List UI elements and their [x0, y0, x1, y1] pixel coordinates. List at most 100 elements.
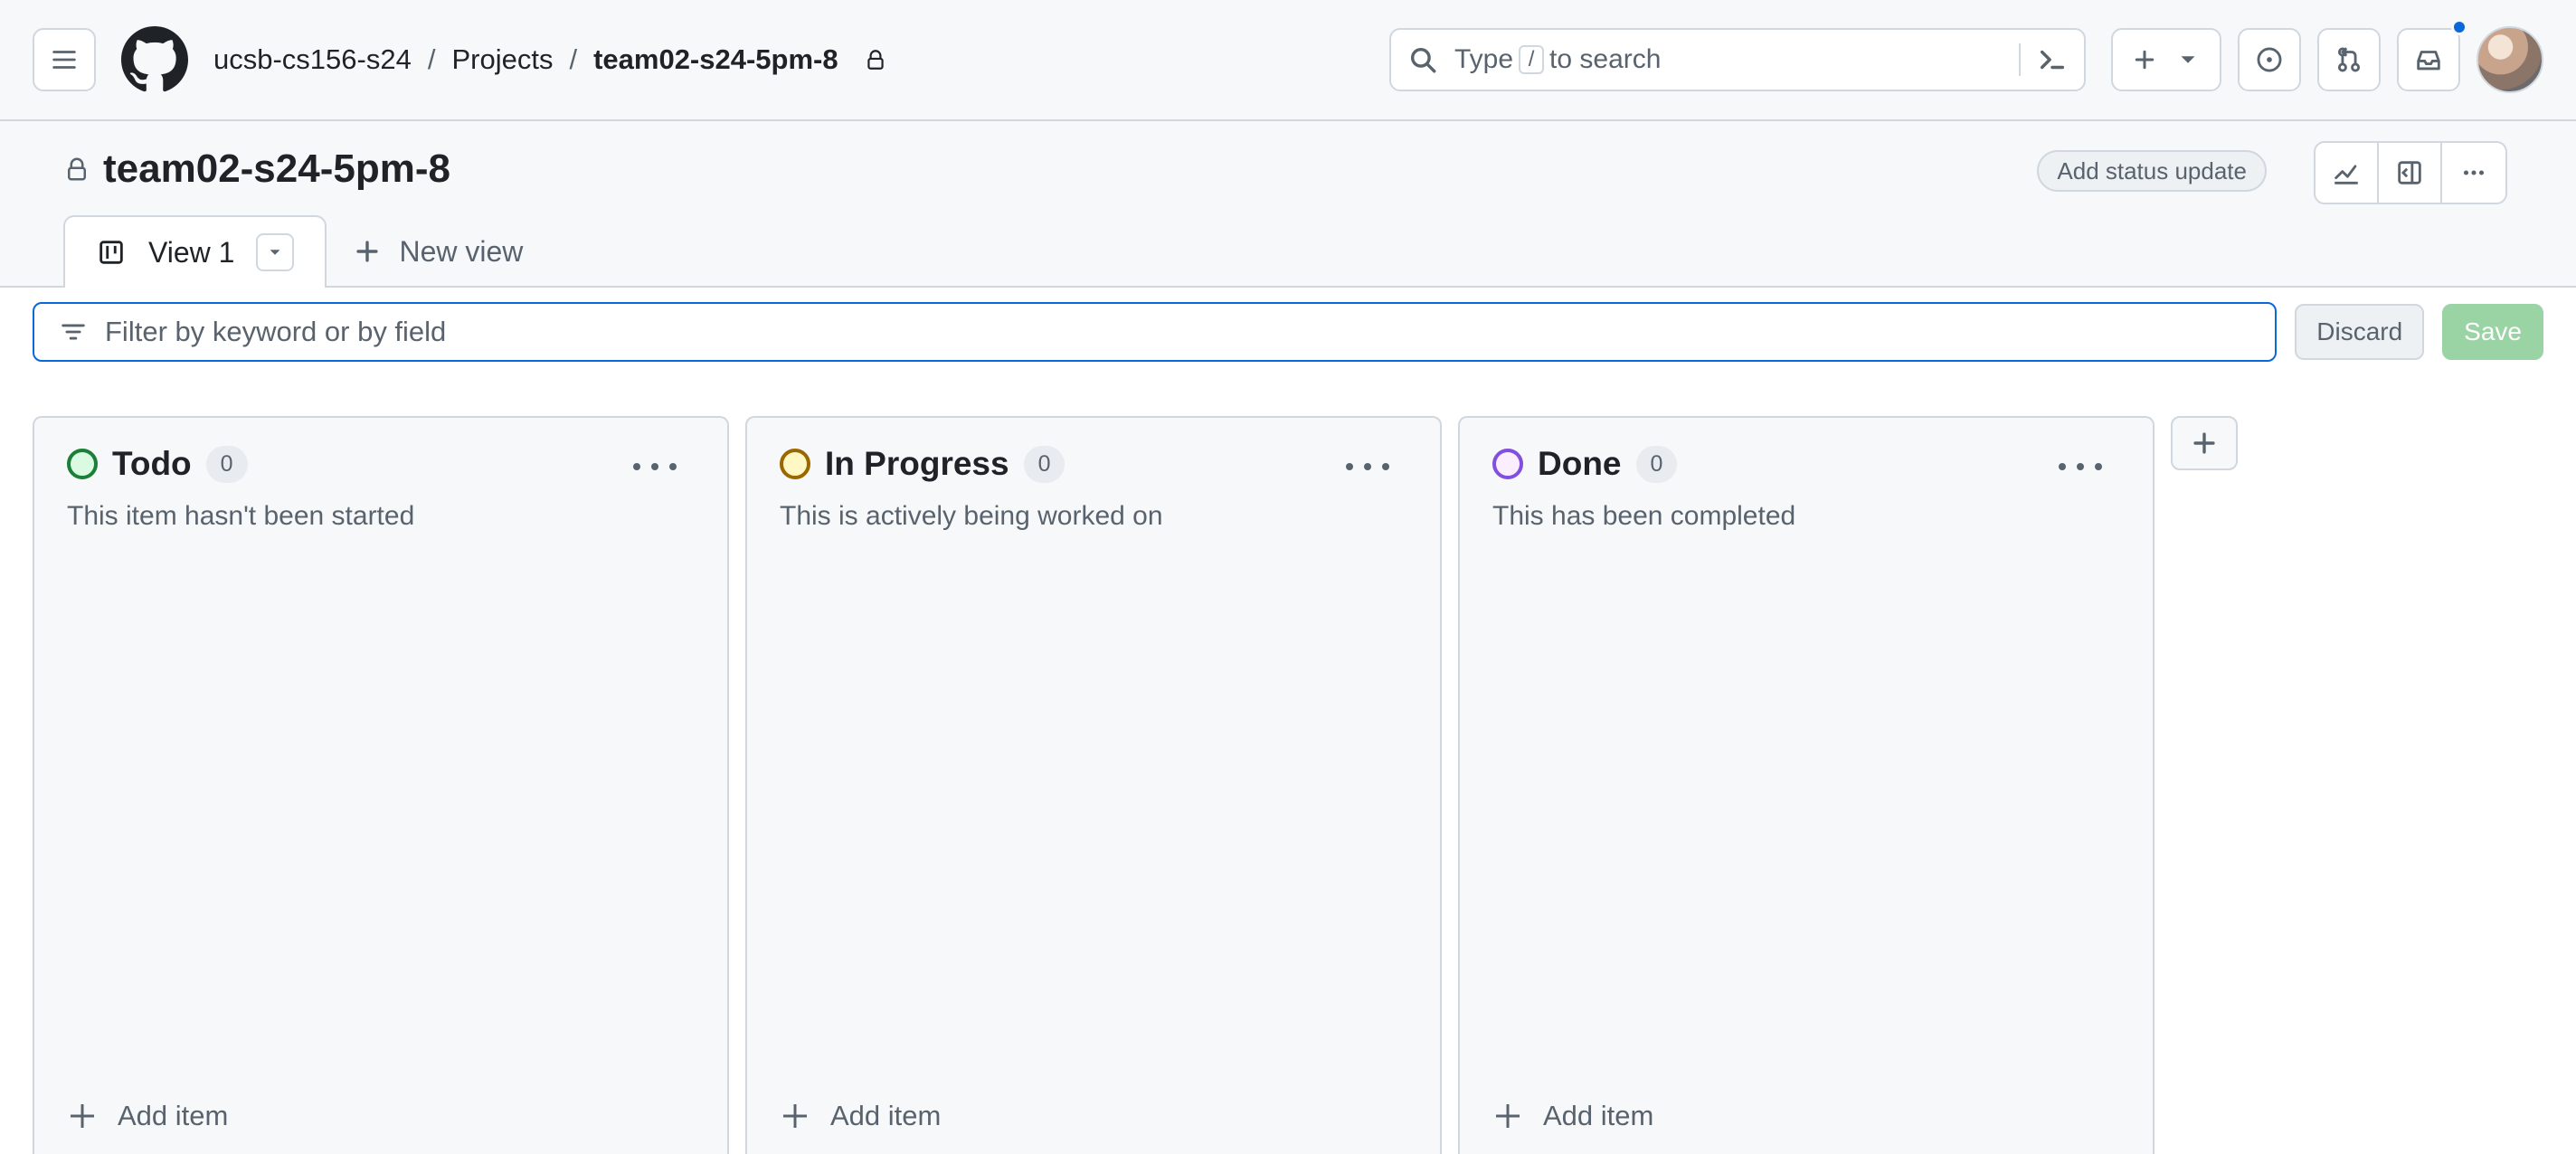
search-placeholder: Type / to search: [1454, 44, 1995, 75]
project-title: team02-s24-5pm-8: [103, 147, 450, 191]
project-title-row: team02-s24-5pm-8: [63, 147, 450, 192]
add-column-button[interactable]: [2171, 416, 2238, 470]
search-shortcut-key: /: [1519, 45, 1545, 74]
save-button[interactable]: Save: [2442, 304, 2543, 360]
column-title: In Progress: [825, 445, 1009, 482]
column-header: In Progress 0: [780, 445, 1407, 483]
hamburger-icon: [52, 51, 76, 69]
column-title: Todo: [112, 445, 192, 482]
github-logo-icon[interactable]: [121, 26, 188, 93]
board: Todo 0 This item hasn't been started Add…: [33, 416, 2543, 1154]
add-status-update-button[interactable]: Add status update: [2037, 150, 2267, 192]
dot-icon: [669, 463, 677, 470]
project-actions: [2314, 141, 2507, 204]
discard-button[interactable]: Discard: [2295, 304, 2425, 360]
pull-requests-button[interactable]: [2317, 28, 2381, 91]
add-item-label: Add item: [830, 1100, 942, 1131]
lock-icon: [867, 50, 884, 70]
filter-icon: [62, 324, 85, 340]
column-header: Done 0: [1492, 445, 2120, 483]
tab-label: View 1: [148, 235, 235, 269]
chevron-down-icon: [270, 250, 280, 255]
more-options-button[interactable]: [2442, 143, 2505, 203]
plus-icon: [1492, 1101, 1523, 1131]
column-todo: Todo 0 This item hasn't been started Add…: [33, 416, 729, 1154]
dot-icon: [651, 463, 658, 470]
plus-icon: [2193, 432, 2215, 454]
project-header: team02-s24-5pm-8 Add status update View …: [0, 121, 2576, 288]
header-actions: [2111, 19, 2543, 93]
add-item-button[interactable]: Add item: [780, 1100, 941, 1132]
status-dot: [67, 449, 98, 479]
add-item-button[interactable]: Add item: [67, 1100, 228, 1132]
dot-icon: [633, 463, 640, 470]
column-menu-button[interactable]: [2059, 458, 2102, 476]
search-input[interactable]: Type / to search: [1389, 28, 2086, 91]
inbox-icon: [2417, 51, 2440, 71]
view-options-button[interactable]: [256, 233, 295, 271]
issues-icon: [2257, 47, 2282, 72]
column-done: Done 0 This has been completed Add item: [1458, 416, 2155, 1154]
search-suffix: to search: [1549, 44, 1662, 74]
create-new-button[interactable]: [2111, 28, 2221, 91]
column-title: Done: [1538, 445, 1622, 482]
breadcrumb: ucsb-cs156-s24 / Projects / team02-s24-5…: [213, 43, 887, 76]
chart-icon: [2334, 165, 2358, 184]
add-item-label: Add item: [1543, 1100, 1654, 1131]
column-menu-button[interactable]: [633, 458, 677, 476]
plus-icon: [2135, 50, 2155, 70]
global-header: ucsb-cs156-s24 / Projects / team02-s24-5…: [0, 0, 2576, 121]
filter-row: Filter by keyword or by field Discard Sa…: [0, 288, 2576, 376]
breadcrumb-project[interactable]: team02-s24-5pm-8: [593, 43, 838, 76]
search-prefix: Type: [1454, 44, 1514, 74]
add-item-label: Add item: [118, 1100, 229, 1131]
dot-icon: [2059, 463, 2066, 470]
plus-icon: [356, 241, 379, 262]
column-description: This has been completed: [1492, 501, 1796, 531]
column-count: 0: [205, 445, 248, 483]
filter-input[interactable]: Filter by keyword or by field: [33, 302, 2278, 362]
lock-icon: [68, 157, 86, 181]
search-divider: [2019, 43, 2021, 76]
column-count: 0: [1023, 445, 1065, 483]
kebab-horizontal-icon: [2463, 170, 2485, 175]
breadcrumb-org[interactable]: ucsb-cs156-s24: [213, 43, 412, 76]
column-count: 0: [1635, 445, 1678, 483]
breadcrumb-projects[interactable]: Projects: [451, 43, 553, 76]
dot-icon: [1346, 463, 1353, 470]
chevron-down-icon: [2181, 56, 2195, 63]
board-icon: [99, 241, 123, 264]
column-in-progress: In Progress 0 This is actively being wor…: [745, 416, 1442, 1154]
dot-icon: [2095, 463, 2102, 470]
dot-icon: [2077, 463, 2084, 470]
tab-view-1[interactable]: View 1: [63, 215, 327, 288]
dot-icon: [1382, 463, 1389, 470]
plus-icon: [67, 1101, 98, 1131]
avatar[interactable]: [2477, 26, 2543, 93]
plus-icon: [780, 1101, 810, 1131]
new-view-button[interactable]: New view: [352, 215, 523, 288]
pull-requests-icon: [2337, 47, 2361, 72]
breadcrumb-separator: /: [427, 43, 436, 75]
notification-dot: [2451, 19, 2467, 35]
breadcrumb-separator: /: [569, 43, 578, 75]
column-menu-button[interactable]: [1346, 458, 1389, 476]
column-description: This item hasn't been started: [67, 501, 415, 531]
toggle-sidebar-button[interactable]: [2379, 143, 2442, 203]
column-header: Todo 0: [67, 445, 695, 483]
dot-icon: [1364, 463, 1371, 470]
add-item-button[interactable]: Add item: [1492, 1100, 1653, 1132]
status-dot: [1492, 449, 1523, 479]
search-icon: [1410, 47, 1436, 73]
inbox-button[interactable]: [2397, 19, 2467, 91]
column-description: This is actively being worked on: [780, 501, 1163, 531]
new-view-label: New view: [399, 234, 524, 268]
filter-placeholder: Filter by keyword or by field: [105, 316, 447, 347]
sidebar-icon: [2398, 161, 2421, 184]
menu-button[interactable]: [33, 28, 96, 91]
issues-button[interactable]: [2238, 28, 2301, 91]
insights-button[interactable]: [2316, 143, 2379, 203]
status-dot: [780, 449, 810, 479]
view-tabs: View 1 New view: [63, 215, 523, 288]
terminal-icon[interactable]: [2037, 44, 2068, 75]
